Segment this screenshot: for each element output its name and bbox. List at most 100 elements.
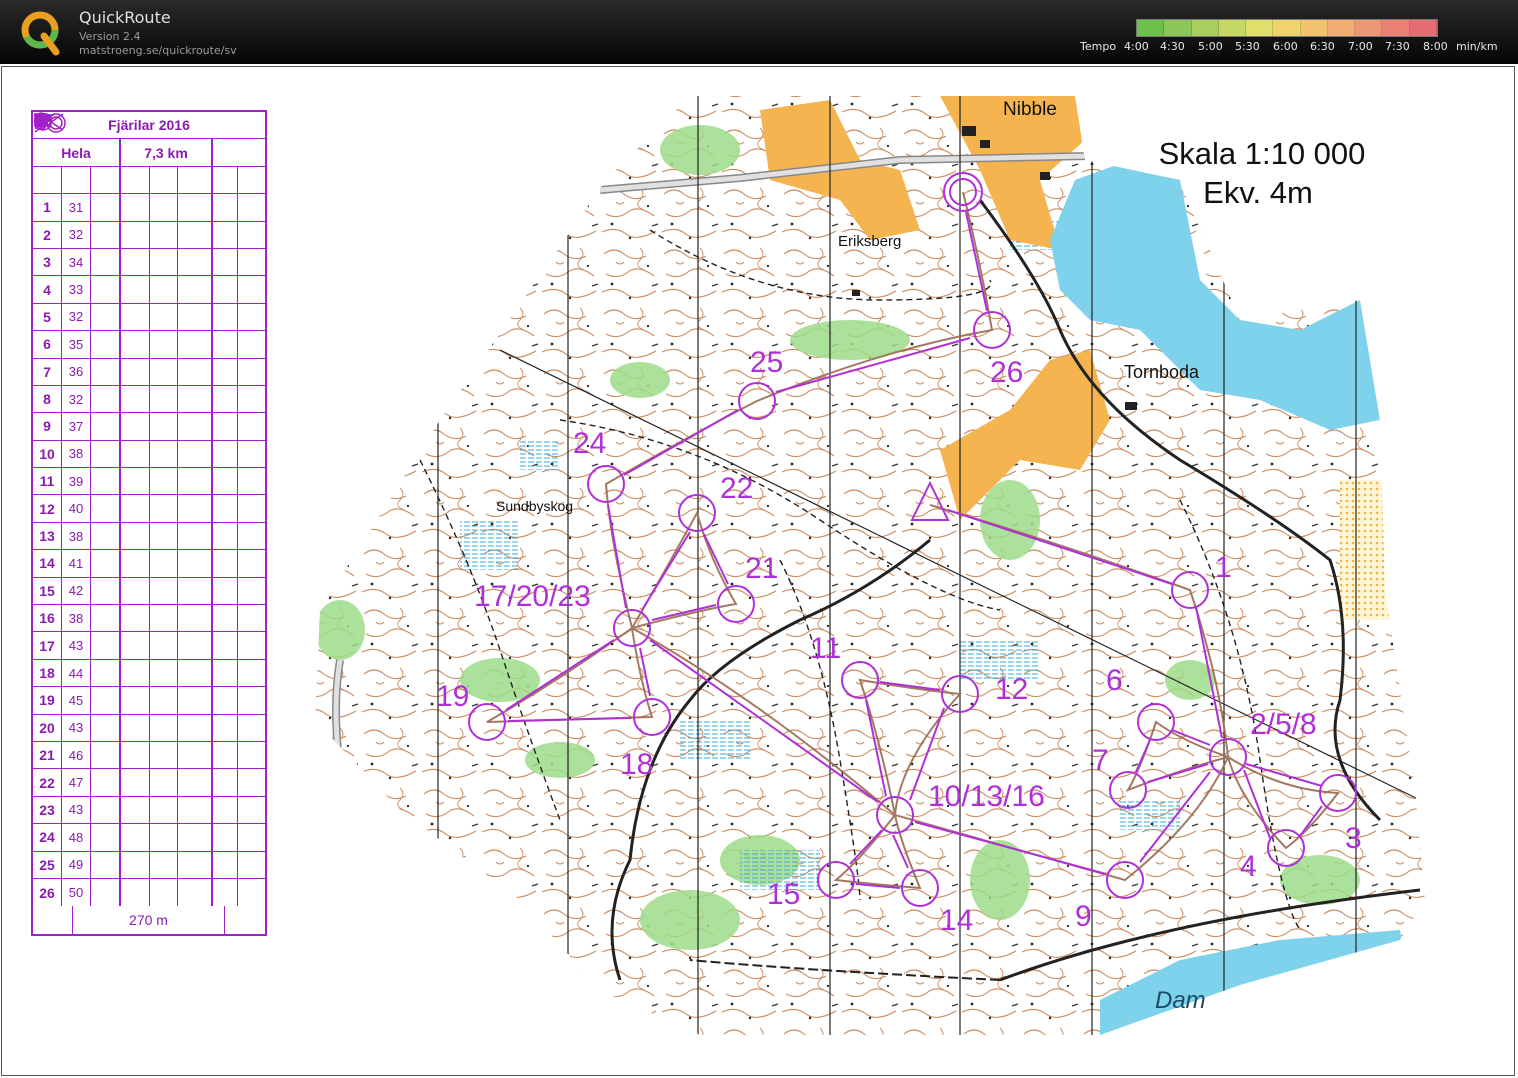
control-label: 19	[436, 680, 469, 713]
control-label: 18	[620, 748, 653, 781]
location-symbol-icon	[213, 440, 238, 468]
location-symbol-icon	[213, 495, 238, 522]
control-order: 26	[33, 878, 62, 907]
control-code: 34	[62, 248, 91, 276]
control-order: 15	[33, 577, 62, 605]
control-order: 21	[33, 741, 62, 769]
control-code: 37	[62, 413, 91, 440]
control-label: 21	[745, 552, 778, 585]
location-symbol-icon	[35, 113, 238, 221]
feature-symbol-icon	[34, 113, 150, 468]
desc-control-row: 12 40	[33, 113, 265, 523]
location-symbol-icon	[213, 221, 238, 248]
feature-symbol-icon	[34, 113, 150, 714]
control-order: 3	[33, 248, 62, 276]
desc-control-row: 1 31	[33, 113, 265, 222]
desc-control-row: 4 33	[33, 113, 265, 304]
desc-class-name: Hela	[33, 139, 121, 166]
control-order: 18	[33, 659, 62, 687]
location-symbol-icon	[34, 113, 238, 907]
control-label: 3	[1345, 822, 1362, 855]
desc-control-row: 26 50	[33, 113, 265, 907]
control-label: 10/13/16	[928, 780, 1045, 813]
feature-symbol-icon	[34, 113, 150, 248]
desc-header-class: Hela 7,3 km	[33, 139, 265, 167]
desc-header-event: Fjärilar 2016	[33, 112, 265, 140]
feature-symbol-icon	[34, 114, 150, 221]
desc-control-row: 19 45	[33, 113, 265, 715]
desc-control-row: 11 39	[33, 114, 265, 496]
desc-control-row: 16 38	[33, 113, 265, 633]
desc-control-row: 23 43	[33, 113, 265, 825]
control-description-sheet: Fjärilar 2016 Hela 7,3 km 1 31 2 32 3 34 4 33 5 3…	[31, 110, 267, 936]
control-label: 9	[1075, 900, 1092, 933]
location-symbol-icon	[213, 632, 238, 659]
location-symbol-icon	[213, 605, 238, 632]
control-order: 22	[33, 769, 62, 796]
control-code: 44	[62, 659, 91, 687]
feature-symbol-icon	[34, 113, 150, 659]
desc-control-row: 21 46	[33, 113, 265, 770]
control-order: 2	[33, 221, 62, 248]
control-order: 4	[33, 276, 62, 303]
control-order: 20	[33, 714, 62, 741]
desc-control-row: 15 42	[33, 113, 265, 606]
feature-symbol-icon	[34, 113, 150, 522]
control-label: 14	[940, 904, 973, 937]
desc-control-row: 10 38	[33, 113, 265, 469]
control-code: 39	[62, 468, 91, 495]
feature-symbol-icon	[34, 113, 150, 769]
control-label: 4	[1240, 850, 1257, 883]
feature-symbol-icon	[34, 113, 150, 907]
control-label: 17/20/23	[474, 580, 591, 613]
feature-symbol-icon	[34, 112, 150, 440]
map-contour-text: Ekv. 4m	[1203, 175, 1313, 210]
control-code: 32	[62, 221, 91, 248]
location-symbol-icon	[213, 331, 238, 358]
location-symbol-icon	[213, 522, 238, 550]
feature-symbol-icon	[34, 113, 150, 687]
location-symbol-icon	[35, 113, 238, 303]
control-code: 40	[62, 495, 91, 522]
feature-symbol-icon	[34, 113, 150, 413]
control-code: 43	[62, 796, 91, 824]
control-code: 32	[62, 385, 91, 413]
control-order: 7	[33, 358, 62, 385]
feature-symbol-icon	[34, 113, 150, 824]
desc-control-row: 14 41	[33, 112, 265, 578]
desc-control-rows: 1 31 2 32 3 34 4 33 5 32 6 35 7 36 8 32 9 37 10 38 11 39 12 40 1…	[33, 112, 265, 907]
control-code: 50	[62, 878, 91, 907]
control-order: 11	[33, 468, 62, 495]
location-symbol-icon	[213, 303, 238, 331]
location-symbol-icon	[213, 714, 238, 741]
control-order: 13	[33, 522, 62, 550]
control-code: 45	[62, 687, 91, 714]
control-code: 43	[62, 714, 91, 741]
location-symbol-icon	[35, 113, 238, 769]
place-name: Eriksberg	[838, 233, 901, 250]
control-label: 7	[1092, 744, 1109, 777]
map-scale-text: Skala 1:10 000	[1159, 136, 1366, 171]
control-order: 16	[33, 605, 62, 632]
control-code: 33	[62, 276, 91, 303]
feature-symbol-icon	[34, 114, 150, 358]
control-code: 49	[62, 851, 91, 878]
location-symbol-icon	[34, 113, 238, 714]
location-symbol-icon	[35, 113, 238, 851]
feature-symbol-icon	[34, 113, 150, 851]
control-label: 26	[990, 356, 1023, 389]
control-label: 24	[573, 427, 606, 460]
desc-control-row: 20 43	[33, 113, 265, 742]
desc-start-row	[33, 112, 265, 195]
feature-symbol-icon	[34, 113, 150, 385]
location-symbol-icon	[213, 796, 238, 824]
desc-course-length: 7,3 km	[121, 139, 213, 166]
feature-symbol-icon	[34, 113, 150, 605]
desc-control-row: 25 49	[33, 113, 265, 879]
desc-control-row: 18 44	[33, 112, 265, 688]
feature-symbol-icon	[34, 114, 150, 495]
control-order: 24	[33, 824, 62, 851]
feature-symbol-icon	[34, 114, 150, 276]
control-code: 47	[62, 769, 91, 796]
control-order: 1	[33, 194, 62, 221]
